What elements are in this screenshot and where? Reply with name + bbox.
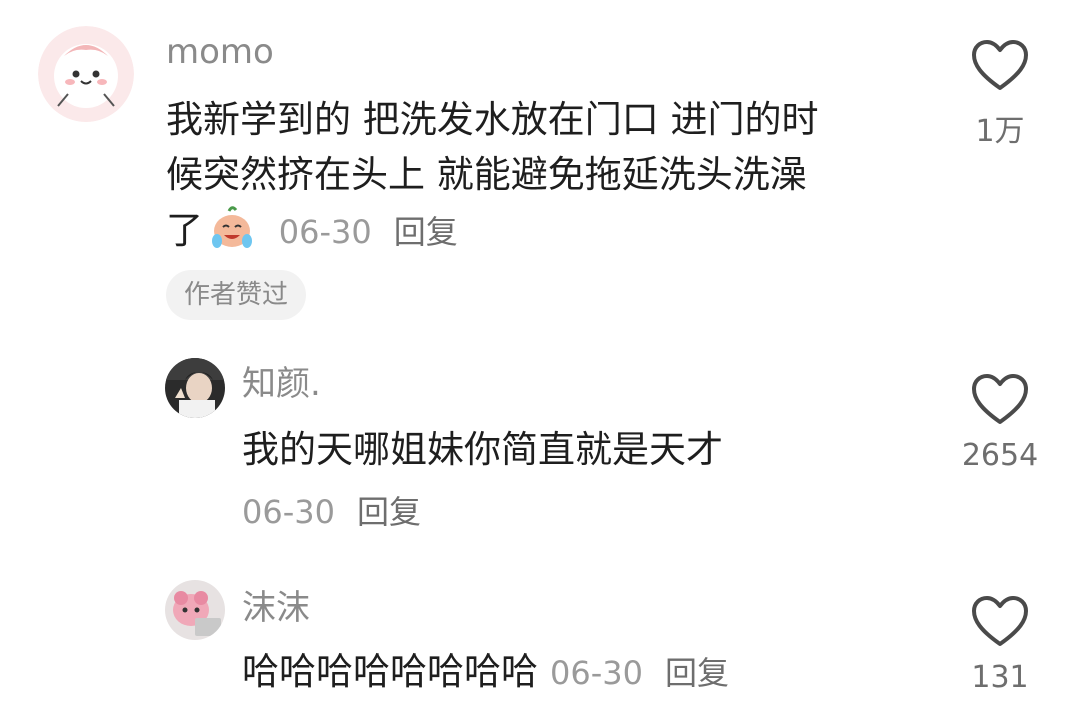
comment-date: 06-30 [242, 493, 335, 531]
comment-text-line: 候突然挤在头上 就能避免拖延洗头洗澡 [166, 153, 807, 196]
comment-text: 我的天哪姐妹你简直就是天才 [242, 428, 723, 471]
like-count: 1万 [975, 114, 1025, 149]
like-count: 131 [971, 660, 1029, 695]
comment-text: 我新学到的 把洗发水放在门口 进门的时 候突然挤在头上 就能避免拖延洗头洗澡 了… [166, 96, 926, 256]
reply-button[interactable]: 回复 [665, 654, 729, 692]
heart-outline-icon [972, 40, 1028, 90]
avatar[interactable] [165, 358, 225, 418]
like-count: 2654 [961, 438, 1039, 473]
avatar[interactable] [165, 580, 225, 640]
heart-outline-icon [972, 596, 1028, 646]
like-button[interactable] [970, 372, 1030, 426]
like-button[interactable] [970, 594, 1030, 648]
crying-laughing-emoji-icon [209, 205, 255, 251]
reply-comment-item: 知颜. 我的天哪姐妹你简直就是天才 06-30 回复 2654 [0, 340, 1068, 540]
heart-outline-icon [972, 374, 1028, 424]
username[interactable]: 知颜. [242, 364, 321, 404]
reply-button[interactable]: 回复 [394, 213, 458, 251]
username[interactable]: 沫沫 [242, 588, 310, 628]
comment-text-tail: 了 [166, 209, 203, 252]
comment-text: 哈哈哈哈哈哈哈哈 [242, 650, 538, 693]
comment-line: 哈哈哈哈哈哈哈哈 06-30 回复 [242, 648, 729, 696]
reply-button[interactable]: 回复 [357, 493, 421, 531]
avatar[interactable] [38, 26, 134, 122]
comment-date: 06-30 [550, 654, 643, 692]
comment-text-line: 了 06-30 回复 [166, 205, 926, 256]
like-button[interactable] [970, 38, 1030, 92]
comment-meta: 06-30 回复 [242, 492, 421, 532]
username[interactable]: momo [166, 32, 274, 72]
author-liked-badge: 作者赞过 [166, 270, 307, 320]
comment-item: momo 我新学到的 把洗发水放在门口 进门的时 候突然挤在头上 就能避免拖延洗… [0, 0, 1068, 340]
comment-date: 06-30 [278, 213, 372, 251]
comment-text-line: 我新学到的 把洗发水放在门口 进门的时 [166, 98, 819, 141]
reply-comment-item: 沫沫 哈哈哈哈哈哈哈哈 06-30 回复 131 [0, 560, 1068, 718]
